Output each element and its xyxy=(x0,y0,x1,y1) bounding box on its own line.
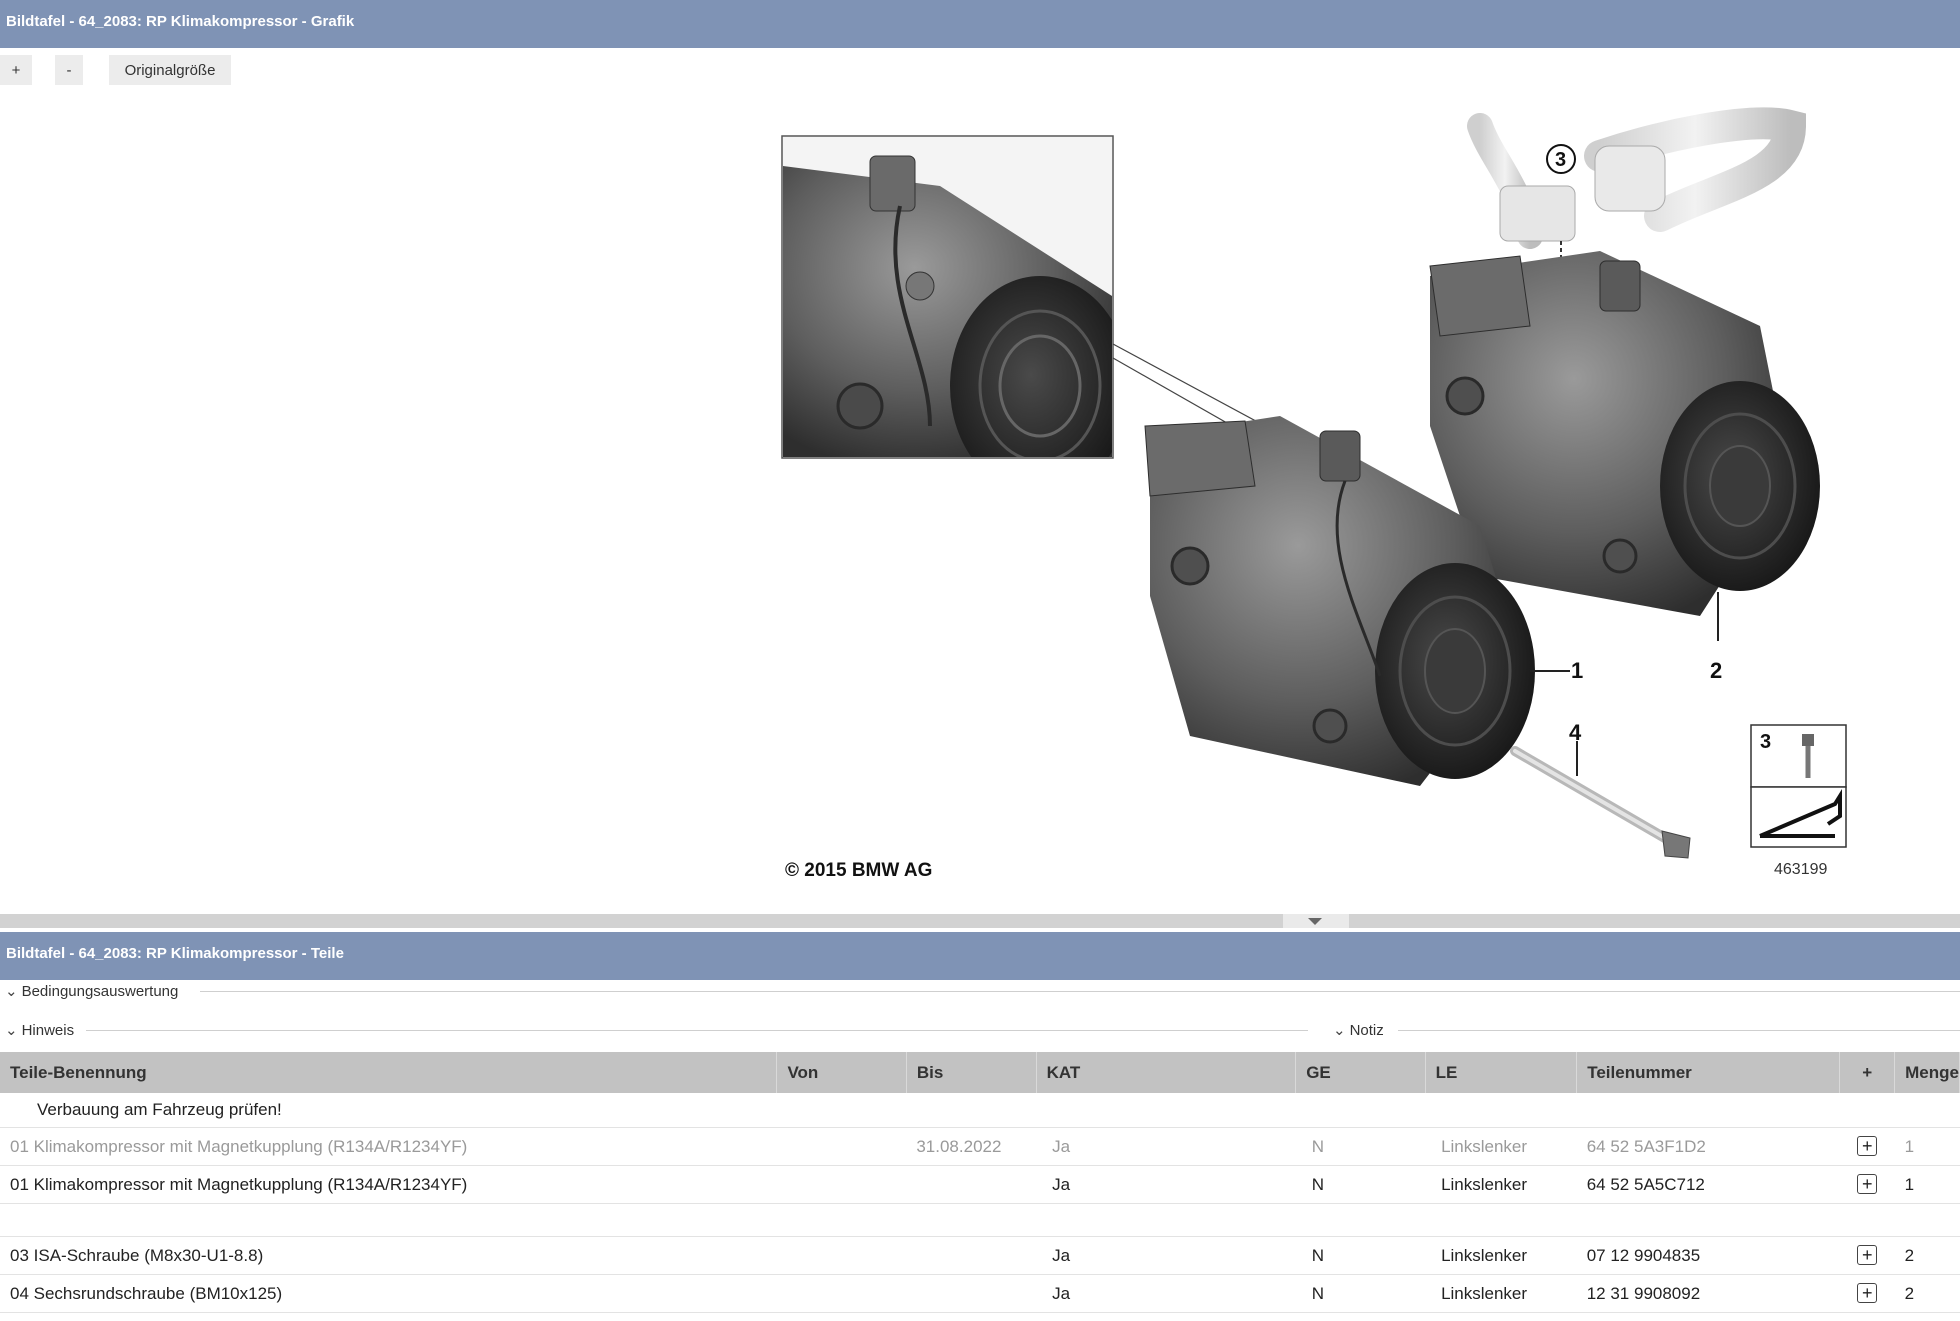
cell-number: 07 12 9904835 xyxy=(1576,1236,1840,1275)
col-header-von[interactable]: Von xyxy=(776,1052,907,1093)
chevron-down-icon: ⌄ xyxy=(5,983,18,1000)
col-header-add: + xyxy=(1839,1052,1896,1093)
cell-le: Linkslenker xyxy=(1425,1274,1577,1313)
legend-number: 3 xyxy=(1760,731,1771,753)
table-row[interactable]: 04 Sechsrundschraube (BM10x125) Ja N Lin… xyxy=(0,1274,1960,1313)
cell-ge: N xyxy=(1295,1127,1426,1166)
cell-kat: Ja xyxy=(1036,1127,1296,1166)
section-hint[interactable]: ⌄ Hinweis xyxy=(5,1021,74,1039)
col-header-number[interactable]: Teilenummer xyxy=(1576,1052,1841,1093)
image-number: 463199 xyxy=(1774,861,1827,878)
col-header-name[interactable]: Teile-Benennung xyxy=(0,1052,778,1093)
parts-panel-title: Bildtafel - 64_2083: RP Klimakompressor … xyxy=(0,932,1960,980)
add-to-cart-icon[interactable]: + xyxy=(1857,1136,1878,1156)
copyright-text: © 2015 BMW AG xyxy=(785,860,932,881)
cell-bis xyxy=(906,1236,1037,1275)
cell-le: Linkslenker xyxy=(1425,1127,1577,1166)
callout-1: 1 xyxy=(1571,658,1583,683)
chevron-down-icon: ⌄ xyxy=(1333,1022,1346,1039)
cell-le: Linkslenker xyxy=(1425,1236,1577,1275)
cell-von xyxy=(776,1165,907,1204)
splitter-bar[interactable] xyxy=(0,914,1960,928)
cell-number: 64 52 5A3F1D2 xyxy=(1576,1127,1840,1166)
chevron-down-icon xyxy=(1308,918,1322,925)
cell-von xyxy=(776,1127,907,1166)
page-title: Bildtafel - 64_2083: RP Klimakompressor … xyxy=(0,0,1960,48)
table-row[interactable]: 01 Klimakompressor mit Magnetkupplung (R… xyxy=(0,1127,1960,1166)
section-conditions[interactable]: ⌄ Bedingungsauswertung xyxy=(5,982,178,1000)
cell-ge: N xyxy=(1295,1165,1426,1204)
callout-4: 4 xyxy=(1569,720,1582,745)
cell-kat: Ja xyxy=(1036,1165,1296,1204)
divider xyxy=(86,1030,1308,1031)
cell-le: Linkslenker xyxy=(1425,1165,1577,1204)
callout-2: 2 xyxy=(1710,658,1722,683)
section-note[interactable]: ⌄ Notiz xyxy=(1333,1021,1384,1039)
add-to-cart-icon[interactable]: + xyxy=(1857,1283,1878,1303)
divider xyxy=(200,991,1960,992)
cell-von xyxy=(776,1274,907,1313)
zoom-in-button[interactable]: + xyxy=(0,55,32,85)
cell-qty: 1 xyxy=(1894,1165,1960,1204)
cell-bis xyxy=(906,1165,1037,1204)
cell-number: 12 31 9908092 xyxy=(1576,1274,1840,1313)
col-header-qty[interactable]: Menge xyxy=(1894,1052,1960,1093)
add-to-cart-icon[interactable]: + xyxy=(1857,1245,1878,1265)
section-hint-label: Hinweis xyxy=(21,1022,75,1039)
cell-number: 64 52 5A5C712 xyxy=(1576,1165,1840,1204)
bolt-4 xyxy=(1510,746,1691,859)
cell-qty: 1 xyxy=(1894,1127,1960,1166)
col-header-le[interactable]: LE xyxy=(1425,1052,1578,1093)
cell-ge: N xyxy=(1295,1274,1426,1313)
section-note-label: Notiz xyxy=(1349,1022,1384,1039)
detail-inset xyxy=(781,135,1114,459)
cell-kat: Ja xyxy=(1036,1236,1296,1275)
cell-bis xyxy=(906,1274,1037,1313)
cell-qty: 2 xyxy=(1894,1236,1960,1275)
section-conditions-label: Bedingungsauswertung xyxy=(21,983,179,1000)
cell-bis: 31.08.2022 xyxy=(906,1127,1037,1166)
parts-diagram: 1 2 3 4 3 © 2015 BMW AG 463199 xyxy=(781,107,1847,881)
table-row[interactable]: 01 Klimakompressor mit Magnetkupplung (R… xyxy=(0,1165,1960,1204)
col-header-ge[interactable]: GE xyxy=(1295,1052,1426,1093)
zoom-out-button[interactable]: - xyxy=(55,55,83,85)
callout-3: 3 xyxy=(1555,149,1566,171)
cell-name: 01 Klimakompressor mit Magnetkupplung (R… xyxy=(0,1165,777,1204)
cell-kat: Ja xyxy=(1036,1274,1296,1313)
add-to-cart-icon[interactable]: + xyxy=(1857,1174,1878,1194)
table-row[interactable]: 03 ISA-Schraube (M8x30-U1-8.8) Ja N Link… xyxy=(0,1236,1960,1275)
refrigerant-pipes xyxy=(1467,107,1807,271)
cell-ge: N xyxy=(1295,1236,1426,1275)
cell-name: 03 ISA-Schraube (M8x30-U1-8.8) xyxy=(0,1236,777,1275)
cell-name: 04 Sechsrundschraube (BM10x125) xyxy=(0,1274,777,1313)
splitter-handle[interactable] xyxy=(1283,914,1349,928)
spacer-row xyxy=(0,1203,1960,1237)
note-text: Verbauung am Fahrzeug prüfen! xyxy=(0,1093,1960,1128)
cell-von xyxy=(776,1236,907,1275)
note-row: Verbauung am Fahrzeug prüfen! xyxy=(0,1093,1960,1128)
col-header-kat[interactable]: KAT xyxy=(1036,1052,1297,1093)
divider xyxy=(1398,1030,1960,1031)
cell-qty: 2 xyxy=(1894,1274,1960,1313)
legend-box: 3 xyxy=(1750,724,1847,848)
cell-name: 01 Klimakompressor mit Magnetkupplung (R… xyxy=(0,1127,777,1166)
parts-table: Teile-Benennung Von Bis KAT GE LE Teilen… xyxy=(0,1052,1960,1313)
col-header-bis[interactable]: Bis xyxy=(906,1052,1037,1093)
chevron-down-icon: ⌄ xyxy=(5,1022,18,1039)
original-size-button[interactable]: Originalgröße xyxy=(109,55,231,85)
table-header-row: Teile-Benennung Von Bis KAT GE LE Teilen… xyxy=(0,1052,1960,1093)
